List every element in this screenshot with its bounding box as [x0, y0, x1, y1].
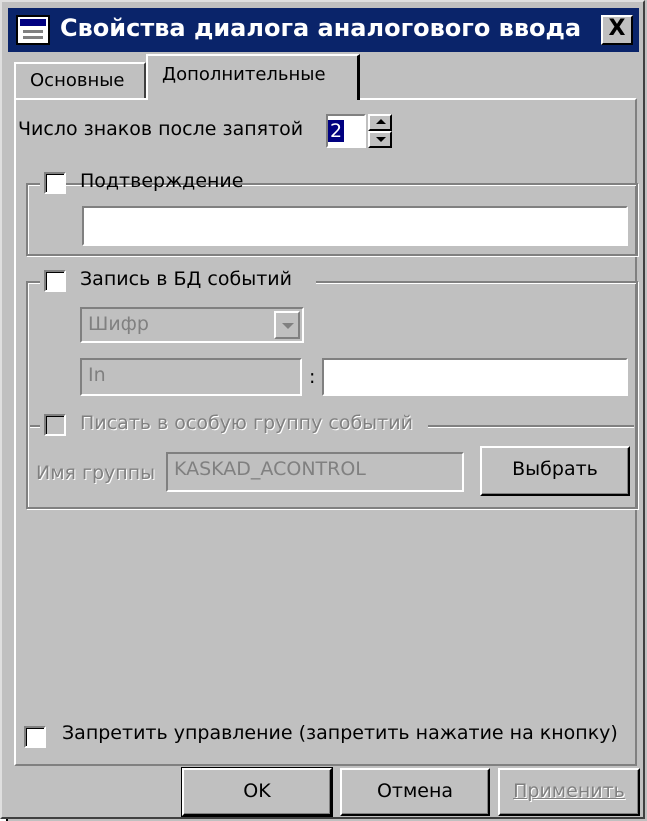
- decimals-input[interactable]: 2: [326, 114, 366, 148]
- spin-down-button[interactable]: [368, 131, 392, 148]
- confirm-input[interactable]: [82, 206, 628, 246]
- select-group-label: Выбрать: [512, 458, 598, 480]
- chevron-down-icon: [274, 311, 300, 339]
- tab-basic[interactable]: Основные: [14, 62, 146, 98]
- tab-advanced[interactable]: Дополнительные: [146, 54, 360, 100]
- eventdb-legend: Запись в БД событий: [40, 268, 316, 294]
- apply-label: Применить: [513, 780, 625, 802]
- cipher-combo[interactable]: Шифр: [80, 307, 304, 343]
- cipher-value: Шифр: [88, 313, 149, 335]
- eventdb-field1[interactable]: In: [80, 358, 302, 396]
- title-bar[interactable]: Свойства диалога аналогового ввода X: [8, 8, 639, 52]
- tab-advanced-label: Дополнительные: [162, 64, 326, 85]
- cancel-button[interactable]: Отмена: [340, 768, 490, 816]
- arrow-down-icon: [376, 137, 386, 142]
- close-icon: X: [608, 16, 626, 41]
- special-group-checkbox[interactable]: [44, 414, 66, 436]
- eventdb-field1-value: In: [88, 364, 106, 386]
- group-name-label: Имя группы: [36, 462, 156, 484]
- special-group-legend: Писать в особую группу событий: [40, 412, 428, 438]
- decimals-label: Число знаков после запятой: [18, 118, 304, 140]
- confirm-legend: Подтверждение: [40, 170, 243, 196]
- special-group-label: Писать в особую группу событий: [80, 412, 413, 434]
- apply-button[interactable]: Применить: [498, 768, 640, 816]
- forbid-control-checkbox[interactable]: [24, 726, 46, 748]
- eventdb-field2[interactable]: [322, 358, 628, 396]
- select-group-button[interactable]: Выбрать: [480, 446, 630, 496]
- ok-label: OK: [243, 780, 271, 802]
- confirm-checkbox[interactable]: [44, 172, 66, 194]
- ok-button[interactable]: OK: [181, 767, 333, 817]
- arrow-up-icon: [376, 119, 386, 124]
- eventdb-label: Запись в БД событий: [80, 268, 292, 290]
- group-name-input[interactable]: KASKAD_ACONTROL: [166, 452, 464, 492]
- dialog-window-icon: [16, 15, 50, 45]
- eventdb-checkbox[interactable]: [44, 270, 66, 292]
- window-title: Свойства диалога аналогового ввода: [60, 14, 582, 42]
- close-button[interactable]: X: [601, 15, 633, 45]
- group-name-value: KASKAD_ACONTROL: [174, 458, 366, 480]
- decimals-value: 2: [328, 120, 345, 142]
- cancel-label: Отмена: [376, 780, 454, 802]
- tab-basic-label: Основные: [30, 70, 125, 91]
- forbid-control-label: Запретить управление (запретить нажатие …: [62, 722, 618, 744]
- confirm-label: Подтверждение: [80, 170, 244, 192]
- colon-separator: :: [309, 366, 316, 388]
- spin-up-button[interactable]: [368, 114, 392, 131]
